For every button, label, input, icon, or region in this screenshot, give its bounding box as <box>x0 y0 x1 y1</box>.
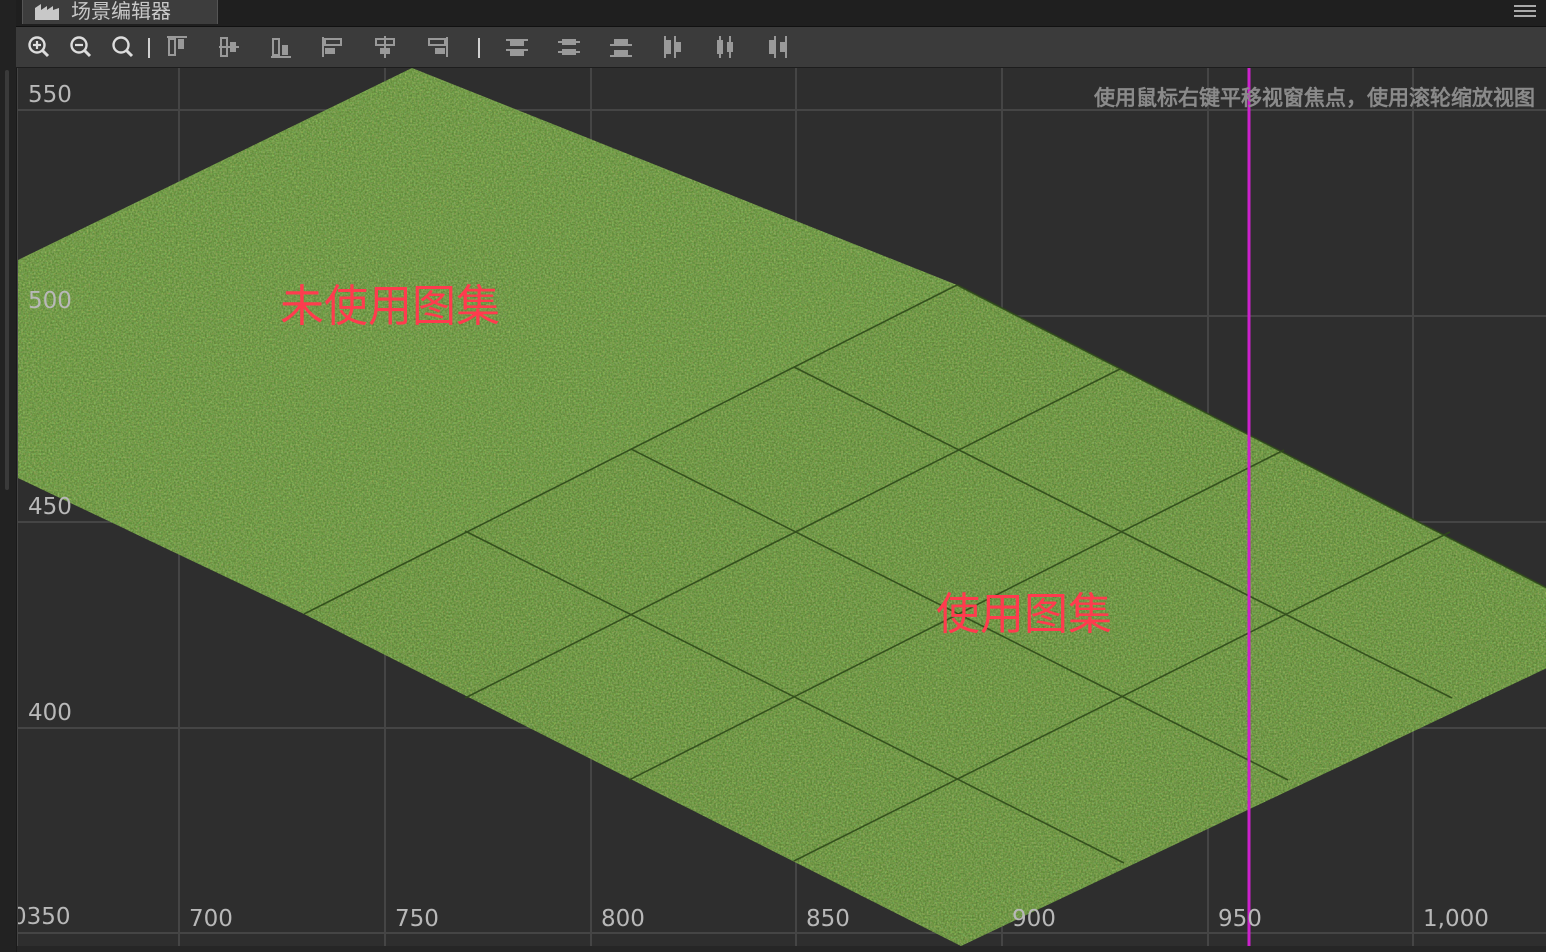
scene-canvas <box>18 68 1546 946</box>
left-panel-edge <box>0 0 17 952</box>
y-axis-label-400: 400 <box>28 700 72 726</box>
zoom-fit-icon[interactable] <box>110 34 136 60</box>
y-axis-label-350: 0350 <box>17 904 71 930</box>
distribute-left-icon[interactable] <box>660 34 686 60</box>
align-bottom-icon[interactable] <box>268 34 294 60</box>
viewport-hint: 使用鼠标右键平移视窗焦点，使用滚轮缩放视图 <box>1094 86 1535 110</box>
distribute-hcenter-icon[interactable] <box>712 34 738 60</box>
distribute-vcenter-icon[interactable] <box>556 34 582 60</box>
x-axis-label-1000: 1,000 <box>1423 906 1489 932</box>
align-top-icon[interactable] <box>164 34 190 60</box>
y-axis-label-450: 450 <box>28 494 72 520</box>
y-axis-label-500: 500 <box>28 288 72 314</box>
x-axis-label-800: 800 <box>601 906 645 932</box>
toolbar-separator <box>478 38 480 58</box>
tab-scene-editor[interactable]: 场景编辑器 <box>22 0 218 24</box>
hamburger-icon[interactable] <box>1514 2 1536 20</box>
x-axis-label-900: 900 <box>1012 906 1056 932</box>
x-axis-label-950: 950 <box>1218 906 1262 932</box>
used-atlas-label: 使用图集 <box>936 589 1112 640</box>
x-axis-label-750: 750 <box>395 906 439 932</box>
align-right-icon[interactable] <box>424 34 450 60</box>
align-left-icon[interactable] <box>320 34 346 60</box>
align-hcenter-icon[interactable] <box>372 34 398 60</box>
zoom-out-icon[interactable] <box>68 34 94 60</box>
tab-label: 场景编辑器 <box>71 0 171 23</box>
scene-toolbar <box>16 27 1546 68</box>
scene-editor-icon <box>35 4 59 20</box>
distribute-bottom-icon[interactable] <box>608 34 634 60</box>
unused-atlas-label: 未使用图集 <box>280 281 500 332</box>
y-axis-label-550: 550 <box>28 82 72 108</box>
distribute-top-icon[interactable] <box>504 34 530 60</box>
x-axis-label-700: 700 <box>189 906 233 932</box>
scene-viewport[interactable]: 使用鼠标右键平移视窗焦点，使用滚轮缩放视图 550 500 450 400 03… <box>17 68 1546 946</box>
left-scrollbar[interactable] <box>5 70 9 490</box>
panel-tab-bar: 场景编辑器 <box>16 0 1546 27</box>
zoom-in-icon[interactable] <box>26 34 52 60</box>
toolbar-separator <box>148 38 150 58</box>
horizontal-scrollbar[interactable] <box>17 946 1546 952</box>
align-vcenter-icon[interactable] <box>216 34 242 60</box>
distribute-right-icon[interactable] <box>764 34 790 60</box>
x-axis-label-850: 850 <box>806 906 850 932</box>
